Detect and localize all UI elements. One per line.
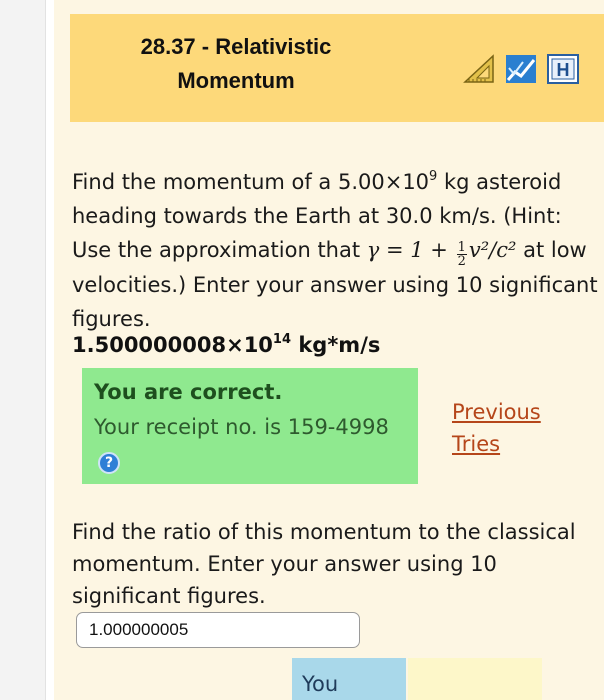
previous-tries-link[interactable]: Previous Tries: [452, 396, 582, 460]
submitted-answer: 1.500000008×1014 kg*m/s: [72, 332, 380, 357]
answer-exponent: 14: [272, 332, 292, 347]
header-icons: H: [462, 52, 580, 86]
hint-h-icon[interactable]: H: [546, 52, 580, 86]
ratio-answer-input[interactable]: [76, 612, 360, 648]
correct-feedback-box: You are correct. Your receipt no. is 159…: [82, 368, 418, 484]
receipt-text: Your receipt no. is 159-4998 ?: [94, 412, 394, 474]
correct-message: You are correct.: [94, 380, 283, 404]
q1-gamma-expr: γ = 1 +: [366, 238, 455, 262]
ruler-triangle-icon[interactable]: [462, 52, 496, 86]
question-2-text: Find the ratio of this momentum to the c…: [72, 520, 576, 608]
pale-tab: [408, 658, 542, 700]
answer-unit: kg*m/s: [291, 333, 381, 357]
title-line-1: 28.37 - Relativistic: [140, 34, 332, 59]
q1-velocity-term: v²/c²: [468, 238, 517, 262]
checkmark-graph-icon[interactable]: [504, 52, 538, 86]
q1-fraction: 12: [456, 240, 467, 269]
receipt-number: Your receipt no. is 159-4998: [94, 415, 389, 439]
answer-mantissa: 1.500000008×10: [72, 333, 273, 357]
title-line-2: Momentum: [177, 68, 295, 93]
question-1-text: Find the momentum of a 5.00×109 kg aster…: [72, 160, 600, 336]
question-mark-icon[interactable]: ?: [98, 452, 120, 474]
q1-text-a: Find the momentum of a 5.00×10: [72, 170, 430, 194]
fraction-denominator: 2: [457, 254, 466, 269]
left-sidebar-strip: [0, 0, 46, 700]
svg-text:H: H: [557, 60, 570, 80]
you-label: You: [302, 672, 339, 696]
you-tab[interactable]: You: [292, 658, 406, 700]
fraction-numerator: 1: [456, 240, 467, 255]
problem-title: 28.37 - Relativistic Momentum: [96, 30, 376, 98]
